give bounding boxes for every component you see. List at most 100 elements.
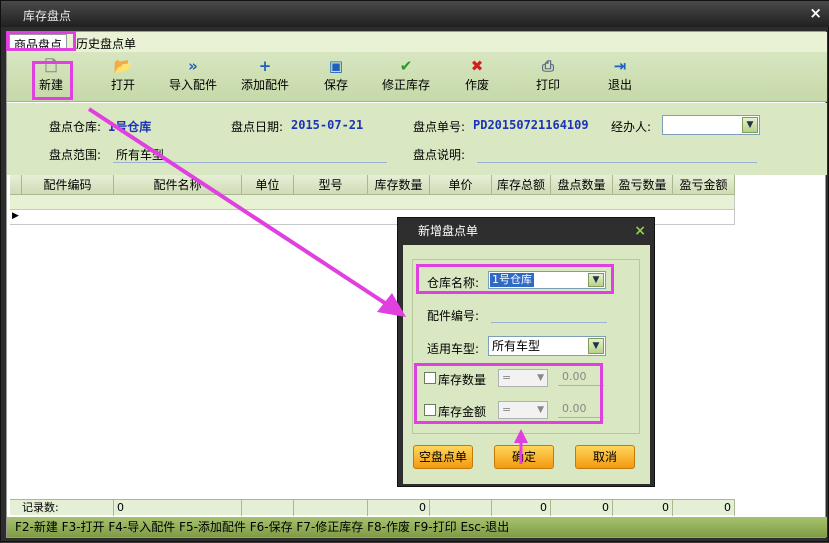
floppy-disk-icon: ▣ xyxy=(328,57,344,75)
date-label: 盘点日期: xyxy=(231,120,284,134)
col-diff-amt[interactable]: 盈亏金额 xyxy=(673,175,735,195)
stock-qty-op-value: = xyxy=(502,371,512,384)
dlg-model-value: 所有车型 xyxy=(492,339,541,353)
warehouse-value: 1号仓库 xyxy=(108,120,152,134)
open-button[interactable]: 📂 打开 xyxy=(111,58,135,93)
dlg-part-no-underline xyxy=(491,322,607,323)
warehouse-label: 盘点仓库: xyxy=(49,120,102,134)
shortcut-statusbar: F2-新建 F3-打开 F4-导入配件 F5-添加配件 F6-保存 F7-修正库… xyxy=(7,517,827,537)
add-parts-label: 添加配件 xyxy=(241,78,290,92)
footer-diff-amt: 0 xyxy=(673,500,735,516)
footer-cell xyxy=(294,500,368,516)
print-button[interactable]: ⎙ 打印 xyxy=(536,58,560,93)
stock-amt-label: 库存金额 xyxy=(438,405,487,419)
plus-icon: + xyxy=(258,57,272,75)
print-button-label: 打印 xyxy=(536,78,561,92)
tab-strip: 商品盘点 历史盘点单 xyxy=(7,32,827,52)
chevron-down-icon[interactable]: ▼ xyxy=(588,338,604,354)
ok-button[interactable]: 确定 xyxy=(494,445,554,469)
dlg-warehouse-label: 仓库名称: xyxy=(427,276,480,290)
void-button-label: 作废 xyxy=(465,78,490,92)
chevron-down-icon[interactable]: ▼ xyxy=(742,117,758,133)
footer-cell xyxy=(242,500,294,516)
doc-no-value: PD20150721164109 xyxy=(473,118,589,132)
range-underline xyxy=(113,162,387,163)
row-pointer-icon: ▶ xyxy=(12,211,19,221)
add-parts-button[interactable]: + 添加配件 xyxy=(241,58,289,93)
handler-select[interactable]: ▼ xyxy=(662,115,760,135)
title-bar: 库存盘点 × xyxy=(1,1,829,27)
record-count-value: 0 xyxy=(114,500,242,516)
col-model[interactable]: 型号 xyxy=(294,175,368,195)
cancel-button[interactable]: 取消 xyxy=(575,445,635,469)
col-count-qty[interactable]: 盘点数量 xyxy=(551,175,613,195)
import-parts-button[interactable]: » 导入配件 xyxy=(169,58,217,93)
dlg-warehouse-value: 1号仓库 xyxy=(490,273,534,287)
handler-label: 经办人: xyxy=(611,120,652,134)
range-value[interactable]: 所有车型 xyxy=(116,146,164,163)
doc-no-label: 盘点单号: xyxy=(413,120,466,134)
stock-amt-checkbox[interactable] xyxy=(424,404,436,416)
printer-icon: ⎙ xyxy=(542,57,555,75)
col-stock-qty[interactable]: 库存数量 xyxy=(368,175,430,195)
import-parts-label: 导入配件 xyxy=(169,78,218,92)
dialog-close-icon[interactable]: × xyxy=(634,223,646,239)
new-count-dialog: 新增盘点单 × 仓库名称: 1号仓库 ▼ 配件编号: 适用车型: 所有车型 ▼ … xyxy=(397,217,655,487)
void-button[interactable]: ✖ 作废 xyxy=(465,58,489,93)
checkmark-icon: ✔ xyxy=(399,57,413,75)
folder-open-icon: 📂 xyxy=(113,57,133,75)
stock-qty-label: 库存数量 xyxy=(438,373,487,387)
dlg-model-label: 适用车型: xyxy=(427,342,480,356)
row-header-corner xyxy=(10,175,22,195)
footer-stock-total: 0 xyxy=(492,500,551,516)
red-x-icon: ✖ xyxy=(470,57,484,75)
footer-count-qty: 0 xyxy=(551,500,613,516)
dlg-warehouse-select[interactable]: 1号仓库 ▼ xyxy=(488,271,606,289)
dlg-part-no-label: 配件编号: xyxy=(427,309,480,323)
new-button-label: 新建 xyxy=(39,78,64,92)
close-icon[interactable]: × xyxy=(809,4,822,22)
tab-inventory-count[interactable]: 商品盘点 xyxy=(9,34,68,52)
stock-qty-checkbox[interactable] xyxy=(424,372,436,384)
footer-diff-qty: 0 xyxy=(613,500,673,516)
note-label: 盘点说明: xyxy=(413,148,466,162)
chevron-down-icon: ▼ xyxy=(537,373,544,383)
date-value: 2015-07-21 xyxy=(291,118,364,132)
exit-button[interactable]: ⇥ 退出 xyxy=(608,58,632,93)
open-button-label: 打开 xyxy=(111,78,136,92)
dlg-model-select[interactable]: 所有车型 ▼ xyxy=(488,336,606,356)
main-window: 库存盘点 × 商品盘点 历史盘点单 🗋 新建 📂 打开 » 导入配件 + 添加配… xyxy=(0,0,829,542)
dialog-body: 仓库名称: 1号仓库 ▼ 配件编号: 适用车型: 所有车型 ▼ 库存数量 = ▼… xyxy=(403,245,650,484)
new-button[interactable]: 🗋 新建 xyxy=(39,58,63,93)
exit-button-label: 退出 xyxy=(608,78,633,92)
dialog-title: 新增盘点单 xyxy=(418,224,479,238)
tab-history[interactable]: 历史盘点单 xyxy=(72,34,140,51)
chevron-down-icon: ▼ xyxy=(537,405,544,415)
stock-qty-op-select[interactable]: = ▼ xyxy=(498,369,548,387)
fix-stock-button[interactable]: ✔ 修正库存 xyxy=(382,58,430,93)
fix-stock-label: 修正库存 xyxy=(382,78,431,92)
col-part-name[interactable]: 配件名称 xyxy=(114,175,242,195)
footer-cell xyxy=(430,500,492,516)
col-stock-total[interactable]: 库存总额 xyxy=(492,175,551,195)
col-diff-qty[interactable]: 盈亏数量 xyxy=(613,175,673,195)
header-form: 盘点仓库: 1号仓库 盘点日期: 2015-07-21 盘点单号: PD2015… xyxy=(7,103,827,175)
stock-qty-input[interactable]: 0.00 xyxy=(558,370,604,386)
save-button-label: 保存 xyxy=(324,78,349,92)
empty-count-button[interactable]: 空盘点单 xyxy=(413,445,473,469)
stock-amt-op-select[interactable]: = ▼ xyxy=(498,401,548,419)
col-part-code[interactable]: 配件编码 xyxy=(22,175,114,195)
window-title: 库存盘点 xyxy=(23,9,72,23)
toolbar: 🗋 新建 📂 打开 » 导入配件 + 添加配件 ▣ 保存 ✔ 修正库存 ✖ 作废… xyxy=(7,52,827,102)
new-doc-icon: 🗋 xyxy=(44,57,58,75)
note-underline xyxy=(477,162,757,163)
table-row[interactable] xyxy=(10,195,735,210)
stock-amt-input[interactable]: 0.00 xyxy=(558,402,604,418)
chevron-down-icon[interactable]: ▼ xyxy=(588,273,604,287)
col-unit-price[interactable]: 单价 xyxy=(430,175,492,195)
save-button[interactable]: ▣ 保存 xyxy=(324,58,348,93)
grid-footer: 记录数: 0 0 0 0 0 0 xyxy=(10,499,735,516)
double-chevron-icon: » xyxy=(188,57,198,75)
record-count-label: 记录数: xyxy=(10,500,114,516)
col-unit[interactable]: 单位 xyxy=(242,175,294,195)
